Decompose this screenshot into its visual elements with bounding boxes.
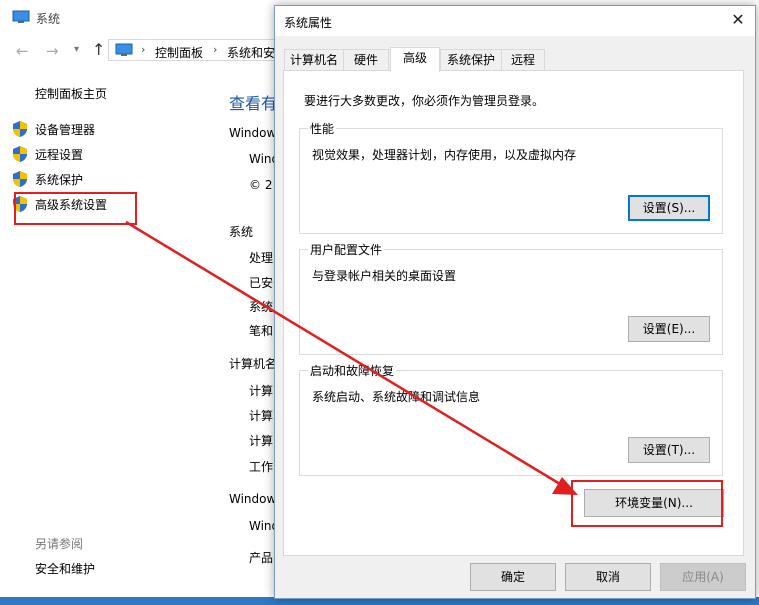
cancel-button[interactable]: 取消 [565,563,651,591]
section-heading: Window [229,492,277,506]
info-label: 产品 [249,551,274,565]
admin-notice: 要进行大多数更改，你必须作为管理员登录。 [304,94,545,108]
startup-recovery-group: 启动和故障恢复 系统启动、系统故障和调试信息 设置(T)... [299,362,723,476]
sidebar: 控制面板主页 设备管理器 远程设置 系统保护 高级系统设置 另请参阅 安全和维护 [0,70,215,590]
info-label: 已安 [249,276,274,290]
group-description: 系统启动、系统故障和调试信息 [312,390,481,404]
tab-strip: 计算机名 硬件 高级 系统保护 远程 [284,47,754,72]
control-panel-icon [115,43,133,56]
shield-icon [13,121,27,137]
see-also-heading: 另请参阅 [35,537,84,551]
dialog-title: 系统属性 [284,16,333,30]
close-icon[interactable]: ✕ [721,6,755,36]
navigation-bar: ← → ▾ ↑ › 控制面板 › 系统和安 [0,36,290,66]
info-label: 工作 [249,460,274,474]
performance-settings-button[interactable]: 设置(S)... [628,195,710,221]
tab-hardware[interactable]: 硬件 [343,49,389,71]
breadcrumb-separator-icon[interactable]: › [213,43,217,56]
breadcrumb-control-panel[interactable]: 控制面板 [155,44,203,61]
tab-computer-name[interactable]: 计算机名 [284,49,344,71]
info-label: 笔和 [249,324,274,338]
info-label: 计算 [249,384,274,398]
group-description: 视觉效果，处理器计划，内存使用，以及虚拟内存 [312,148,577,162]
sidebar-item-label: 系统保护 [35,173,84,187]
info-text: © 2 [249,178,273,192]
security-maintenance-link[interactable]: 安全和维护 [35,560,95,577]
up-arrow-icon[interactable]: ↑ [92,40,105,59]
system-info-panel: 查看有 Window Wind © 2 系统 处理 已安 系统 笔和 计算机名 … [220,70,280,590]
sidebar-item-label: 远程设置 [35,148,84,162]
shield-icon [13,171,27,187]
info-label: 计算 [249,434,274,448]
group-title: 用户配置文件 [308,241,385,258]
startup-recovery-settings-button[interactable]: 设置(T)... [628,437,710,463]
control-panel-home-link[interactable]: 控制面板主页 [35,85,107,102]
breadcrumb-system-security[interactable]: 系统和安 [227,44,275,61]
tab-system-protection[interactable]: 系统保护 [440,49,502,71]
section-heading: Window [229,126,277,140]
forward-arrow-icon[interactable]: → [46,42,59,60]
performance-group: 性能 视觉效果，处理器计划，内存使用，以及虚拟内存 设置(S)... [299,120,723,234]
tab-advanced[interactable]: 高级 [390,47,440,72]
ok-button[interactable]: 确定 [470,563,556,591]
highlight-box-advanced-settings [14,192,137,225]
info-label: 处理 [249,251,274,265]
section-heading: 系统 [229,225,254,239]
highlight-box-environment-variables [571,480,723,527]
sidebar-item-device-manager[interactable]: 设备管理器 [12,119,202,139]
section-heading: 计算机名 [229,357,278,371]
system-titlebar: 系统 [0,0,300,34]
system-window-title: 系统 [36,12,61,26]
shield-icon [13,146,27,162]
group-title: 性能 [308,120,337,137]
back-arrow-icon[interactable]: ← [16,42,29,60]
sidebar-item-system-protection[interactable]: 系统保护 [12,169,202,189]
breadcrumb-separator-icon[interactable]: › [141,43,145,56]
address-bar[interactable]: › 控制面板 › 系统和安 [108,39,290,61]
group-description: 与登录帐户相关的桌面设置 [312,269,457,283]
user-profiles-settings-button[interactable]: 设置(E)... [628,316,710,342]
page-title: 查看有 [229,94,278,113]
tab-remote[interactable]: 远程 [501,49,545,71]
dialog-titlebar[interactable]: 系统属性 ✕ [275,6,755,36]
recent-locations-chevron-icon[interactable]: ▾ [74,44,79,55]
user-profiles-group: 用户配置文件 与登录帐户相关的桌面设置 设置(E)... [299,241,723,355]
sidebar-item-label: 设备管理器 [35,123,96,137]
info-label: 计算 [249,409,274,423]
info-label: 系统 [249,300,274,314]
group-title: 启动和故障恢复 [308,362,397,379]
apply-button[interactable]: 应用(A) [660,563,746,591]
sidebar-item-remote-settings[interactable]: 远程设置 [12,144,202,164]
monitor-icon [12,10,30,23]
